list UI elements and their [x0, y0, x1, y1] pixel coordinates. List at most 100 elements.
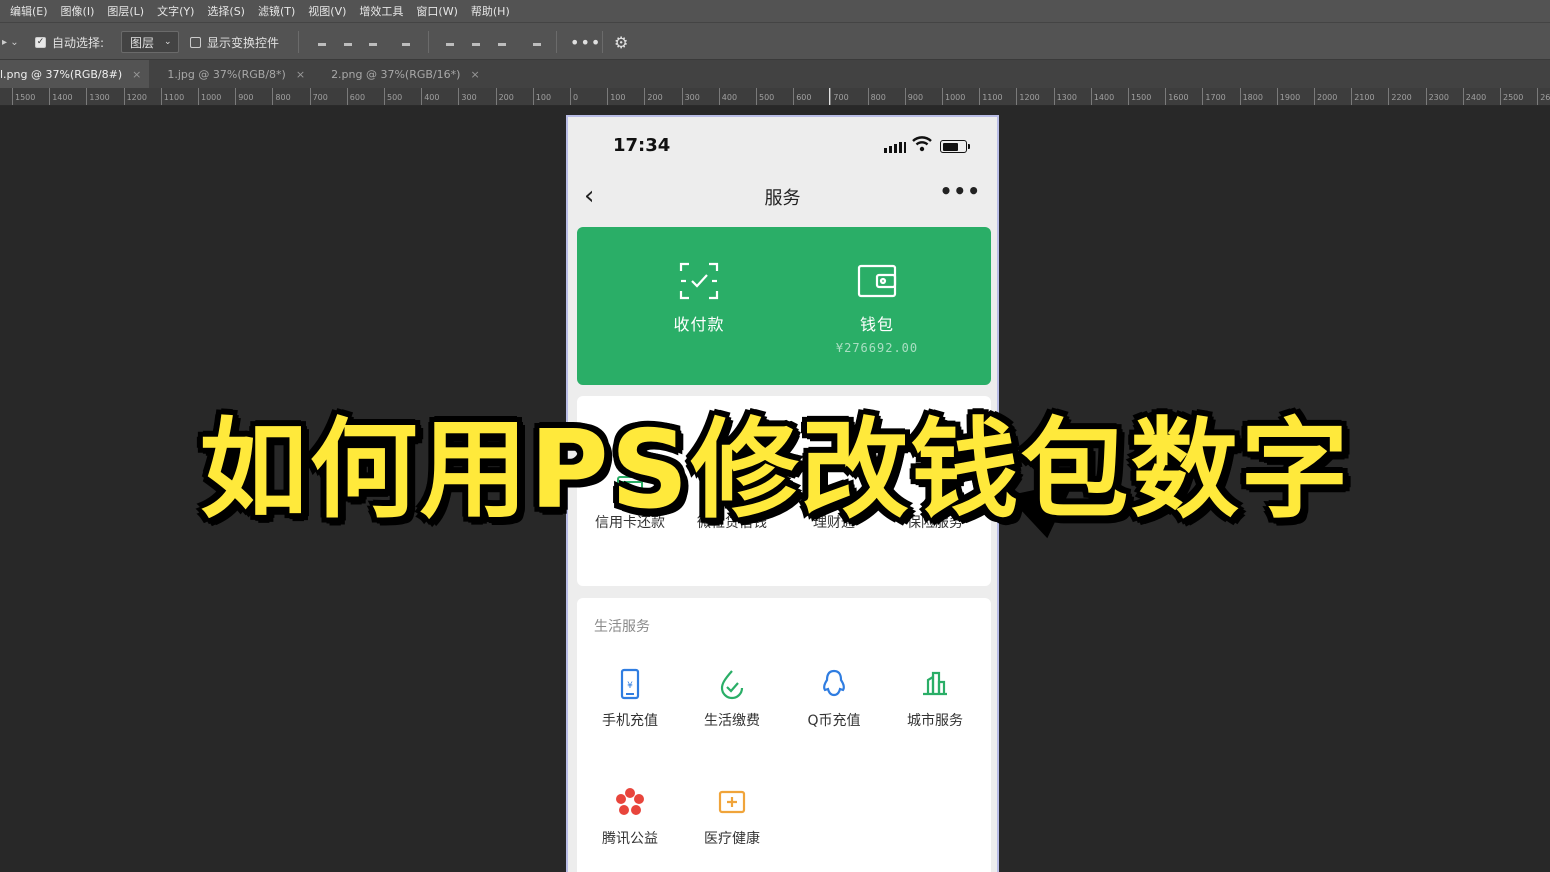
tab-label: 1.jpg @ 37%(RGB/8*)	[167, 67, 286, 81]
ruler-tick-label: 1900	[1276, 88, 1300, 105]
life-services-card: 生活服务 ¥ 手机充值 生活缴费 Q币充值 城市服务 腾讯公益 医疗健康	[577, 598, 991, 872]
show-transform-label: 显示变换控件	[207, 35, 280, 50]
ruler-tick-label: 1500	[12, 88, 35, 105]
wifi-icon	[912, 136, 932, 156]
ruler-tick-label: 800	[867, 88, 886, 105]
horizontal-ruler[interactable]: 1500 1400 1300 1200 1100 1000 900 800 700 600 500 4…	[0, 88, 1550, 106]
auto-select-label: 自动选择:	[52, 35, 105, 50]
tab-doc-3[interactable]: 2.png @ 37%(RGB/16*) ×	[313, 60, 488, 88]
overlay-headline: 如何用PS修改钱包数字	[199, 408, 1351, 533]
ruler-tick-label: 100	[532, 88, 551, 105]
align-middle-icon[interactable]	[469, 35, 483, 49]
checkbox-unchecked-icon[interactable]	[190, 36, 201, 48]
menu-type[interactable]: 文字(Y)	[157, 3, 194, 19]
ruler-tick-label: 1100	[160, 88, 184, 105]
align-left-icon[interactable]	[315, 35, 329, 49]
ruler-tick-label: 400	[421, 88, 439, 105]
page-title: 服务	[764, 188, 801, 209]
more-options-icon[interactable]: •••	[570, 23, 601, 61]
ruler-tick-label: 1300	[1053, 88, 1077, 105]
options-bar: ▸ ⌄ ✓ 自动选择: 图层 ⌄ 显示变换控件 ••• ⚙	[0, 22, 1550, 60]
wallet-button[interactable]: 钱包 ¥276692.00	[802, 227, 952, 355]
align-right-icon[interactable]	[366, 35, 380, 49]
phone-status-bar: 17:34	[568, 117, 997, 173]
gear-icon[interactable]: ⚙	[614, 23, 628, 61]
tool-preset-chevron-icon[interactable]: ▸ ⌄	[2, 23, 19, 61]
service-charity[interactable]: 腾讯公益	[580, 786, 680, 848]
ruler-tick-label: 2300	[1425, 88, 1449, 105]
align-bottom-icon[interactable]	[495, 35, 509, 49]
ruler-tick-label: 1400	[49, 88, 73, 105]
menu-image[interactable]: 图像(I)	[61, 3, 95, 19]
service-utilities[interactable]: 生活缴费	[682, 668, 782, 730]
ruler-tick-label: 1800	[1239, 88, 1263, 105]
signal-icon	[884, 142, 906, 153]
auto-select-target-dropdown[interactable]: 图层 ⌄	[121, 31, 179, 53]
checkbox-checked-icon[interactable]: ✓	[35, 36, 46, 48]
align-center-icon[interactable]	[341, 35, 355, 49]
ruler-tick-label: 1600	[1165, 88, 1189, 105]
menu-select[interactable]: 选择(S)	[207, 3, 245, 19]
distribute-horizontal-icon[interactable]	[530, 35, 544, 49]
ruler-tick-label: 1000	[942, 88, 965, 105]
ruler-tick-label: 100	[607, 88, 625, 105]
ruler-tick-label: 1300	[86, 88, 110, 105]
close-icon[interactable]: ×	[296, 68, 305, 81]
service-mobile-topup[interactable]: ¥ 手机充值	[580, 668, 680, 730]
divider	[428, 31, 429, 53]
service-health[interactable]: 医疗健康	[682, 786, 782, 848]
wallet-balance: ¥276692.00	[835, 341, 919, 355]
wallet-icon	[857, 261, 897, 301]
ruler-tick-label: 200	[644, 88, 663, 105]
ruler-tick-label: 2600	[1537, 88, 1550, 105]
tab-doc-1[interactable]: l.png @ 37%(RGB/8#) ×	[0, 60, 150, 88]
ruler-tick-label: 1000	[198, 88, 221, 105]
service-city[interactable]: 城市服务	[885, 668, 985, 730]
section-title: 生活服务	[594, 619, 650, 635]
ruler-tick-label: 1200	[123, 88, 147, 105]
ruler-tick-label: 2200	[1388, 88, 1412, 105]
tab-doc-2[interactable]: 1.jpg @ 37%(RGB/8*) ×	[149, 60, 313, 88]
ruler-tick-label: 600	[346, 88, 365, 105]
service-label: 医疗健康	[704, 831, 760, 847]
ruler-tick-label: 2000	[1314, 88, 1337, 105]
pay-button[interactable]: 收付款	[624, 227, 774, 335]
ruler-tick-label: 2100	[1351, 88, 1375, 105]
menu-window[interactable]: 窗口(W)	[416, 3, 457, 19]
pay-label: 收付款	[673, 315, 725, 334]
wallet-label: 钱包	[859, 315, 894, 334]
ruler-tick-label: 600	[793, 88, 811, 105]
menu-filter[interactable]: 滤镜(T)	[258, 3, 295, 19]
close-icon[interactable]: ×	[470, 68, 479, 81]
menu-help[interactable]: 帮助(H)	[471, 3, 510, 19]
document-tabs: l.png @ 37%(RGB/8#) × 1.jpg @ 37%(RGB/8*…	[0, 60, 1550, 88]
auto-select-toggle[interactable]: ✓ 自动选择:	[35, 23, 104, 61]
medical-box-icon	[716, 786, 748, 818]
status-time: 17:34	[613, 135, 671, 156]
service-label: 腾讯公益	[602, 831, 658, 847]
distribute-vertical-icon[interactable]	[399, 35, 413, 49]
divider	[556, 31, 557, 53]
service-qcoin[interactable]: Q币充值	[784, 668, 884, 730]
menu-edit[interactable]: 编辑(E)	[10, 3, 48, 19]
show-transform-toggle[interactable]: 显示变换控件	[190, 23, 279, 61]
menu-plugins[interactable]: 增效工具	[359, 3, 403, 19]
utilities-icon	[716, 668, 748, 700]
close-icon[interactable]: ×	[132, 68, 141, 81]
service-label: 生活缴费	[704, 713, 760, 729]
menu-layer[interactable]: 图层(L)	[107, 3, 144, 19]
phone-topup-icon: ¥	[614, 668, 646, 700]
service-label: 手机充值	[602, 713, 658, 729]
align-top-icon[interactable]	[443, 35, 457, 49]
menu-bar: 编辑(E) 图像(I) 图层(L) 文字(Y) 选择(S) 滤镜(T) 视图(V…	[0, 0, 1550, 22]
scan-pay-icon	[679, 261, 719, 301]
service-label: 城市服务	[907, 713, 963, 729]
ruler-tick-label: 300	[458, 88, 477, 105]
more-icon[interactable]: •••	[940, 179, 981, 203]
menu-view[interactable]: 视图(V)	[308, 3, 346, 19]
ruler-tick-label: 2400	[1462, 88, 1486, 105]
auto-select-target-value: 图层	[130, 35, 155, 50]
ruler-tick-label: 900	[904, 88, 923, 105]
phone-nav-bar: ‹ 服务 •••	[568, 173, 997, 217]
ruler-tick-label: 1700	[1202, 88, 1226, 105]
